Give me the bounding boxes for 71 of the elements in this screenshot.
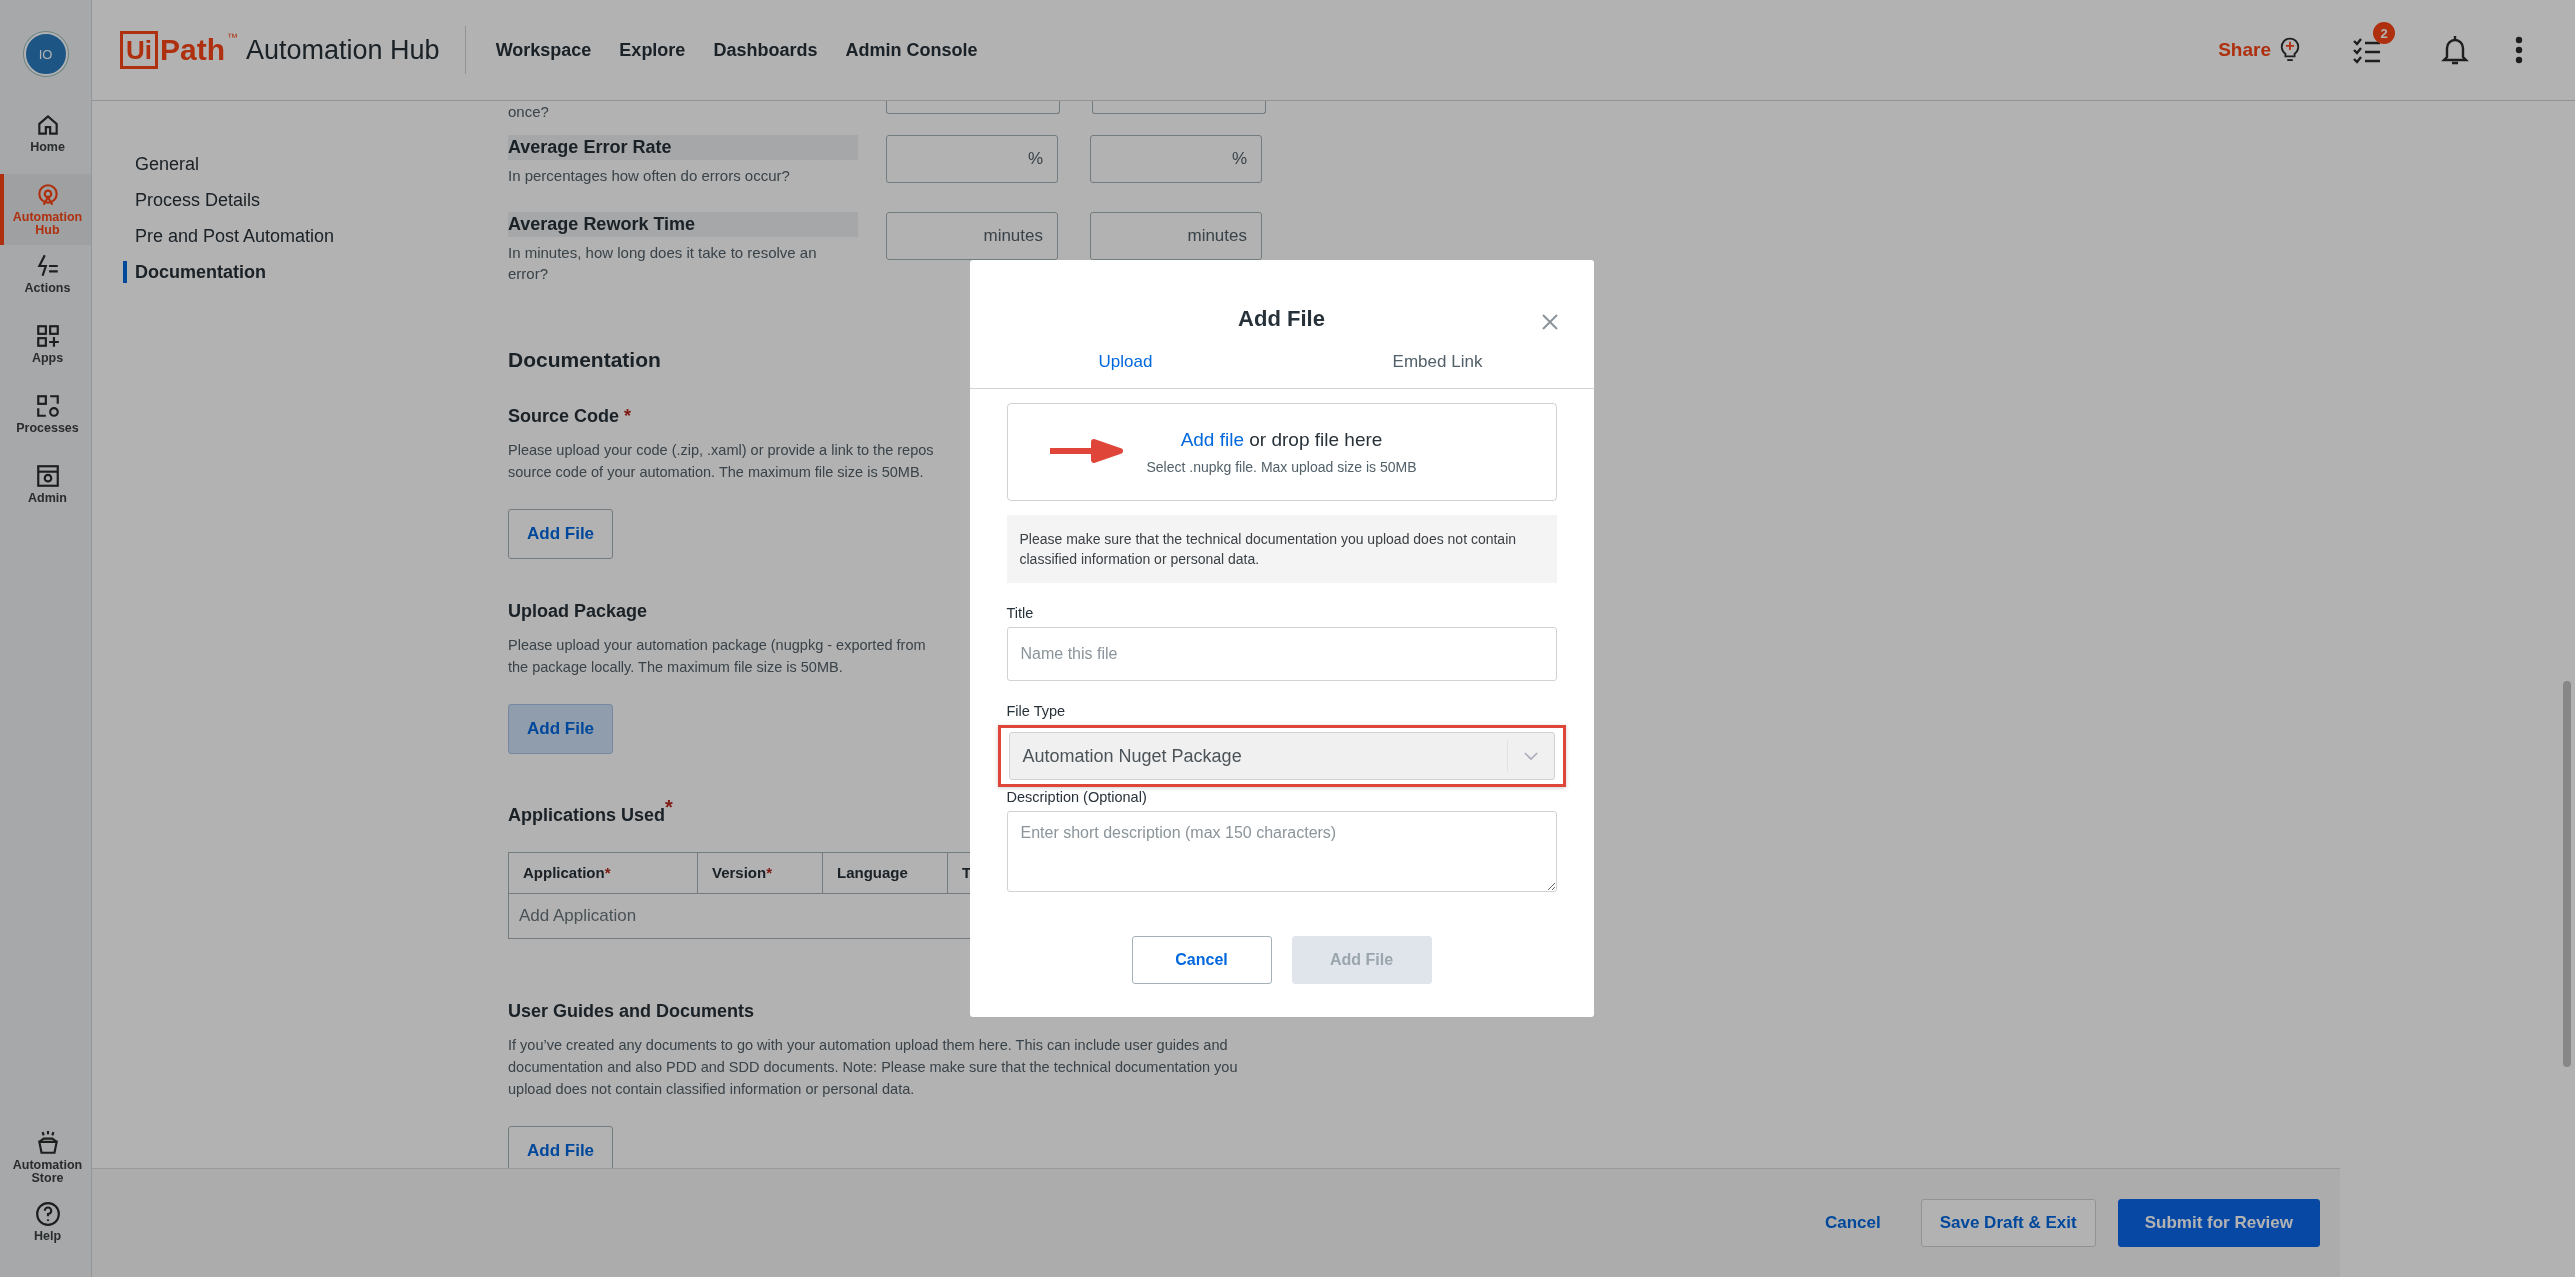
sidebar-item[interactable]: Processes — [0, 385, 91, 456]
nav-link[interactable]: Workspace — [495, 39, 592, 61]
nav-link[interactable]: Admin Console — [845, 39, 978, 61]
description-field[interactable]: Enter short description (max 150 characters) — [1006, 811, 1557, 892]
field-label: Description (Optional) — [1006, 789, 1148, 805]
chevron-icon — [1523, 751, 1538, 761]
drop-text: or drop file here — [1249, 429, 1383, 450]
nav-link[interactable]: Explore — [619, 39, 686, 61]
field-hint: the package locally. The maximum file size is 50MB. — [508, 657, 843, 677]
product-logo[interactable]: Ui Path™ Automation Hub — [120, 31, 440, 69]
drop-zone[interactable]: Add file or drop file here Select .nupkg file. Max upload size is 50MB — [1006, 403, 1557, 501]
count-badge: 2 — [2373, 22, 2395, 44]
field-label: Source Code * — [508, 405, 632, 427]
help-icon — [34, 1201, 61, 1227]
lightbulb-icon — [2279, 36, 2301, 64]
field-label: Average Error Rate — [508, 135, 858, 160]
input-field[interactable] — [1092, 101, 1266, 114]
section-link[interactable]: Documentation — [123, 261, 508, 283]
column-header: Version* — [697, 852, 823, 894]
notice-text: Please make sure that the technical documentation you upload does not contain classified information or personal data. — [1006, 515, 1557, 583]
input-field[interactable] — [886, 101, 1060, 114]
question-text: once? — [508, 102, 550, 122]
sidebar-item[interactable]: Actions — [0, 245, 91, 316]
field-hint: Please upload your automation package (nugpkg - exported from — [508, 635, 926, 655]
input-field[interactable]: minutes — [1090, 212, 1262, 261]
apps-icon — [34, 323, 61, 350]
field-label: Average Rework Time — [508, 212, 858, 238]
sidebar-item[interactable]: Automation Store — [0, 1121, 91, 1193]
field-hint: source code of your automation. The maximum file size is 50MB. — [508, 462, 924, 482]
user-avatar[interactable]: IO — [23, 32, 68, 76]
close-icon[interactable] — [1539, 312, 1560, 332]
share-button[interactable]: Share — [2212, 35, 2307, 65]
input-field[interactable]: % — [1090, 135, 1262, 183]
add-file-link[interactable]: Add file — [1180, 429, 1244, 450]
dialog-title: Add File — [1238, 306, 1325, 332]
field-hint: In percentages how often do errors occur? — [508, 166, 791, 186]
more-icon[interactable] — [2515, 36, 2523, 64]
nav-link[interactable]: Dashboards — [713, 39, 818, 61]
cancel-link[interactable]: Cancel — [1806, 1199, 1899, 1247]
sidebar-item[interactable]: Home — [0, 104, 91, 174]
field-label: File Type — [1006, 703, 1067, 719]
field-label: User Guides and Documents — [508, 1000, 755, 1022]
field-hint: In minutes, how long does it take to resolve an error? — [508, 243, 818, 284]
field-hint: Please upload your code (.zip, .xaml) or provide a link to the repos — [508, 440, 934, 460]
dialog-button[interactable]: Cancel — [1131, 936, 1272, 984]
section-link[interactable]: Pre and Post Automation — [123, 225, 508, 247]
section-heading: Documentation — [508, 347, 661, 372]
add-file-button[interactable]: Add File — [508, 703, 614, 754]
tab[interactable]: Embed Link — [1281, 348, 1594, 388]
section-link[interactable]: General — [123, 153, 508, 175]
sidebar-item[interactable]: Help — [0, 1193, 91, 1263]
processes-icon — [34, 393, 61, 420]
tab[interactable]: Upload — [969, 348, 1282, 388]
field-label: Title — [1006, 605, 1035, 621]
title-field[interactable]: Name this file — [1006, 627, 1557, 681]
input-field[interactable]: % — [886, 135, 1058, 183]
field-hint: If you’ve created any documents to go with your automation upload them here. This can include user guides and documentation and also PDD and SDD documents. Note: Please make sure that the technical documentation you upload does not contain classified information or personal data. — [508, 1035, 1239, 1099]
upload-hint: Select .nupkg file. Max upload size is 50MB — [1146, 459, 1417, 475]
section-link[interactable]: Process Details — [123, 189, 508, 211]
add-file-button[interactable]: Add File — [508, 508, 614, 559]
sidebar-item[interactable]: Apps — [0, 315, 91, 386]
footer-button[interactable]: Submit for Review — [2117, 1199, 2320, 1247]
field-label: Upload Package — [508, 600, 648, 622]
sidebar-item[interactable]: Admin — [0, 455, 91, 526]
bell-icon[interactable] — [2439, 34, 2471, 66]
scrollbar-thumb[interactable] — [2563, 681, 2571, 1067]
footer-button[interactable]: Save Draft & Exit — [1920, 1199, 2096, 1247]
admin-icon — [34, 463, 61, 490]
input-field[interactable]: minutes — [886, 212, 1058, 261]
column-header: Application* — [508, 852, 698, 894]
column-header: Language — [822, 852, 948, 894]
